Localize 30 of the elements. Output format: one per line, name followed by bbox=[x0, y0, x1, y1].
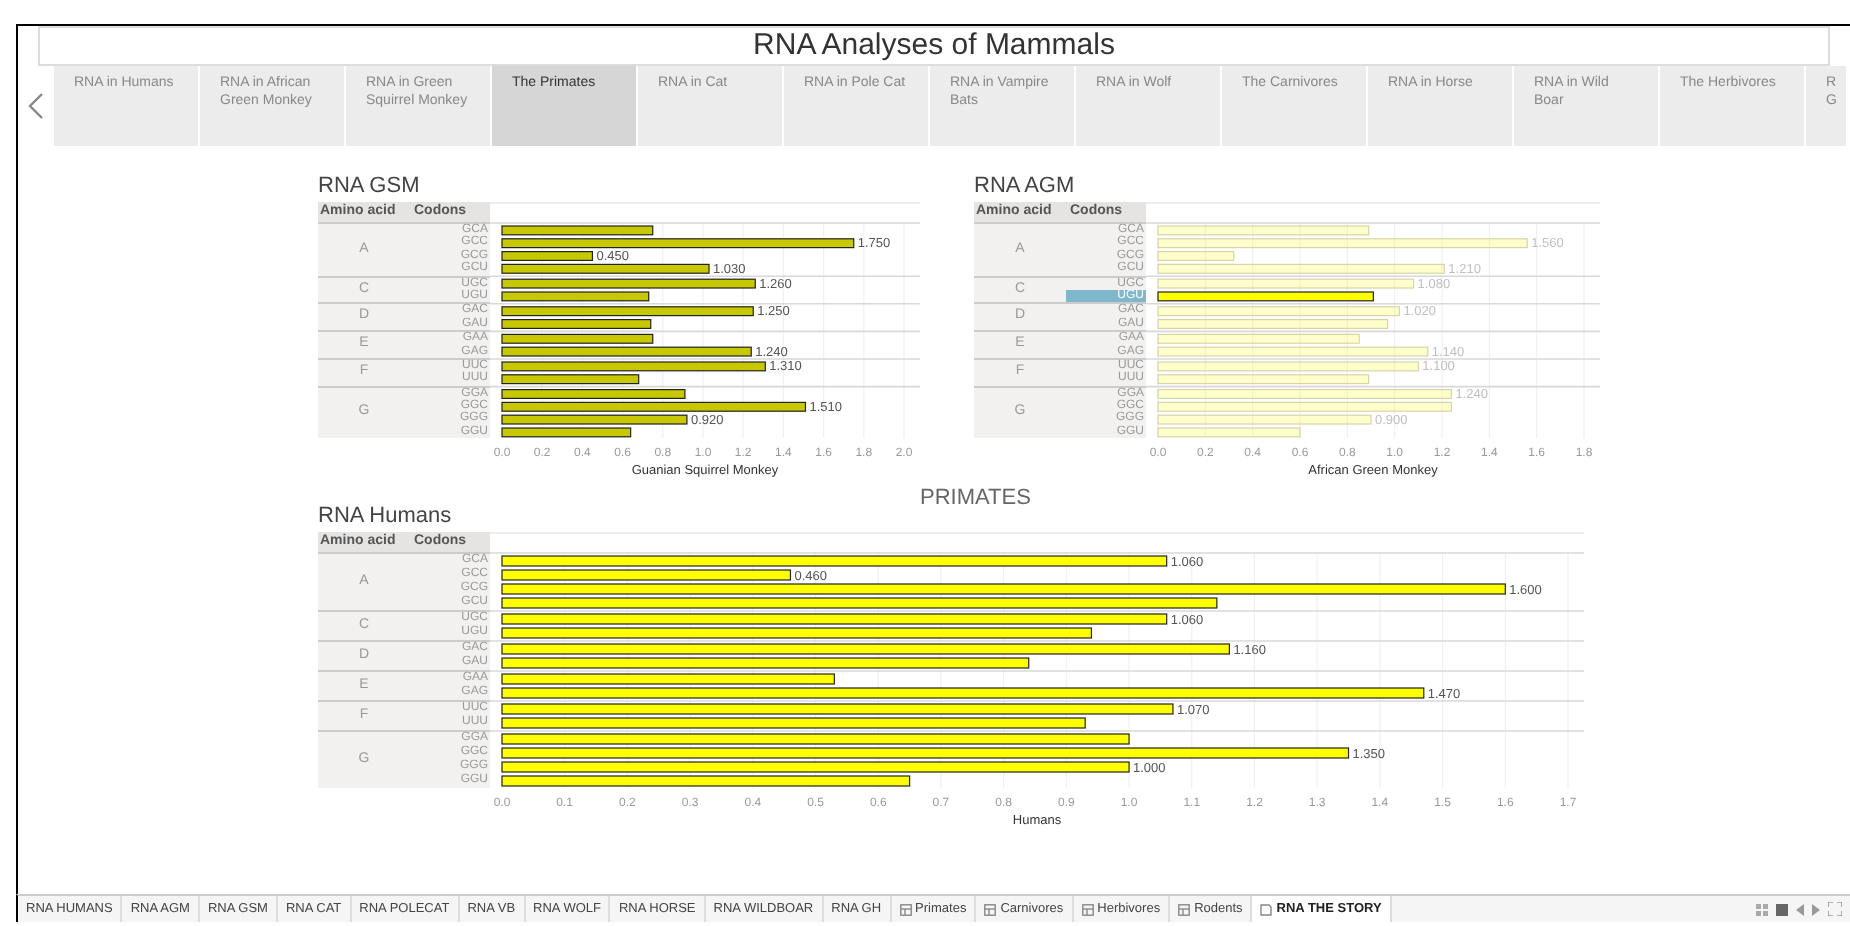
bar[interactable] bbox=[501, 401, 807, 412]
bar[interactable] bbox=[501, 361, 766, 372]
bar[interactable] bbox=[501, 374, 640, 385]
dashboard-icon bbox=[1178, 903, 1191, 915]
right-arrow-icon[interactable] bbox=[1812, 903, 1820, 915]
bar[interactable] bbox=[501, 238, 855, 249]
bar[interactable] bbox=[501, 414, 688, 425]
bar[interactable] bbox=[501, 427, 632, 438]
bar[interactable] bbox=[501, 251, 594, 261]
left-arrow-icon[interactable] bbox=[1796, 903, 1804, 915]
chart-title: RNA GSM bbox=[318, 174, 422, 200]
bar[interactable] bbox=[501, 389, 686, 399]
bar[interactable] bbox=[501, 306, 754, 317]
chart-title: RNA Humans bbox=[318, 504, 454, 531]
bar[interactable] bbox=[501, 225, 654, 236]
dashboard-icon bbox=[1081, 903, 1094, 915]
section-heading: PRIMATES bbox=[920, 486, 1031, 511]
bar[interactable] bbox=[1157, 291, 1374, 302]
bar[interactable] bbox=[501, 263, 710, 274]
bar[interactable] bbox=[501, 346, 752, 357]
story-icon bbox=[1260, 903, 1273, 915]
dashboard-icon bbox=[899, 903, 912, 915]
bar[interactable] bbox=[501, 291, 650, 302]
bar[interactable] bbox=[501, 333, 654, 344]
square-icon[interactable] bbox=[1776, 903, 1788, 915]
bar[interactable] bbox=[501, 278, 756, 289]
chart-title: RNA AGM bbox=[974, 174, 1077, 200]
dashboard-title: RNA Analyses of Mammals bbox=[38, 26, 1830, 66]
bar[interactable] bbox=[501, 319, 652, 329]
dashboard-icon bbox=[984, 903, 997, 915]
